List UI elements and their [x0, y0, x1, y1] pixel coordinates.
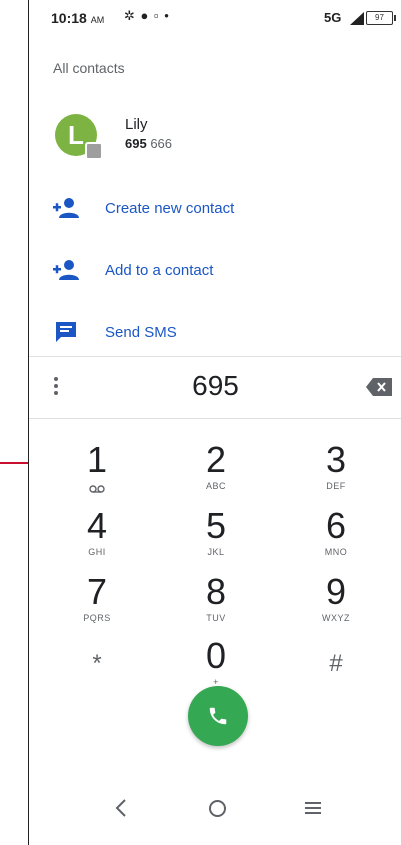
- voicemail-icon: [89, 485, 105, 493]
- divider: [29, 418, 401, 419]
- key-3[interactable]: 3 DEF: [291, 440, 381, 500]
- notification-icons: ✲ ● ▫ •: [124, 8, 170, 23]
- key-star[interactable]: *: [52, 636, 142, 696]
- create-new-contact-button[interactable]: Create new contact: [29, 190, 401, 230]
- add-to-contact-button[interactable]: Add to a contact: [29, 252, 401, 292]
- status-bar: 10:18 AM ✲ ● ▫ • 5G 97: [29, 0, 401, 36]
- key-5[interactable]: 5 JKL: [171, 506, 261, 566]
- call-button[interactable]: [188, 686, 248, 746]
- contact-suggestion-lily[interactable]: L Lily 695 666: [29, 104, 401, 164]
- backspace-icon[interactable]: [366, 378, 392, 396]
- phone-icon: [209, 707, 227, 725]
- divider: [29, 356, 401, 357]
- phone-screen: 10:18 AM ✲ ● ▫ • 5G 97 All contacts L Li…: [28, 0, 401, 845]
- key-4[interactable]: 4 GHI: [52, 506, 142, 566]
- key-8[interactable]: 8 TUV: [171, 572, 261, 632]
- back-icon[interactable]: [114, 798, 128, 818]
- add-person-icon: [53, 260, 79, 280]
- page: 10:18 AM ✲ ● ▫ • 5G 97 All contacts L Li…: [0, 0, 401, 845]
- status-time: 10:18 AM: [51, 10, 105, 26]
- home-icon[interactable]: [209, 800, 226, 817]
- more-options-icon[interactable]: [49, 374, 63, 398]
- key-2[interactable]: 2 ABC: [171, 440, 261, 500]
- send-sms-button[interactable]: Send SMS: [29, 314, 401, 354]
- contact-number: 695 666: [125, 136, 173, 151]
- signal-icon: [350, 12, 364, 25]
- battery-icon: 97: [366, 11, 396, 25]
- contact-name: Lily: [125, 116, 148, 133]
- network-label: 5G: [324, 10, 342, 25]
- sim-badge-icon: [85, 142, 103, 160]
- create-new-contact-label: Create new contact: [105, 200, 235, 217]
- recents-icon[interactable]: [305, 802, 321, 814]
- key-6[interactable]: 6 MNO: [291, 506, 381, 566]
- section-title: All contacts: [53, 60, 125, 76]
- key-hash[interactable]: #: [291, 636, 381, 696]
- send-sms-label: Send SMS: [105, 324, 177, 341]
- dialed-number-field[interactable]: 695: [89, 370, 342, 402]
- key-9[interactable]: 9 WXYZ: [291, 572, 381, 632]
- key-7[interactable]: 7 PQRS: [52, 572, 142, 632]
- message-icon: [56, 322, 76, 342]
- add-person-icon: [53, 198, 79, 218]
- key-1[interactable]: 1: [52, 440, 142, 500]
- add-to-contact-label: Add to a contact: [105, 262, 214, 279]
